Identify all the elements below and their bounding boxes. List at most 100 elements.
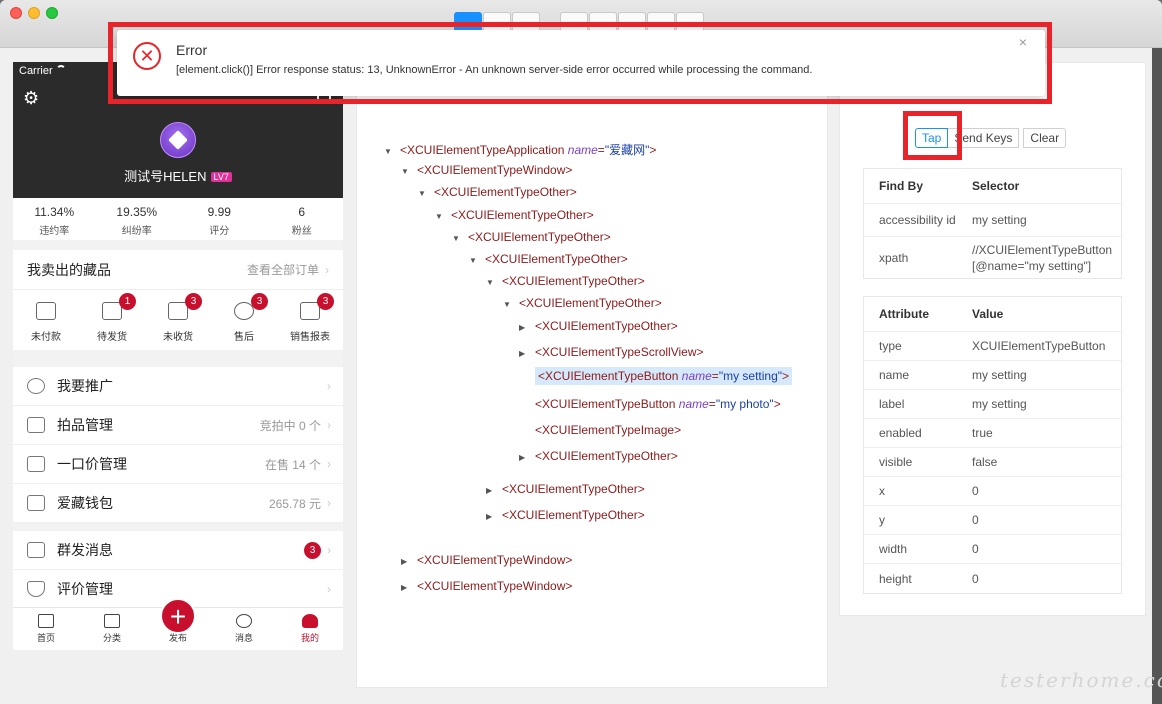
tree-node[interactable]: ▶ <XCUIElementTypeOther>: [486, 482, 645, 496]
caret-right-icon[interactable]: ▶: [401, 583, 417, 592]
level-badge: LV7: [210, 172, 232, 182]
menu-label: 爱藏钱包: [57, 495, 113, 511]
table-row[interactable]: xpath //XCUIElementTypeButton[@name="my s…: [864, 237, 1121, 278]
table-cell[interactable]: my setting: [957, 212, 1121, 228]
order-not-received[interactable]: 3 未收货: [145, 290, 211, 350]
order-label: 待发货: [97, 332, 127, 343]
username-text: 测试号HELEN: [124, 169, 207, 184]
attributes-table: Attribute Value type XCUIElementTypeButton…: [863, 296, 1122, 594]
tab-messages[interactable]: 消息: [211, 608, 277, 650]
caret-down-icon[interactable]: ▼: [486, 278, 502, 287]
share-icon: [27, 378, 45, 394]
minimize-window-button[interactable]: [28, 7, 40, 19]
stat-label: 粉丝: [291, 226, 312, 237]
menu-broadcast[interactable]: 群发消息 3 ›: [13, 531, 343, 570]
tree-node[interactable]: ▼ <XCUIElementTypeOther>: [469, 252, 628, 266]
chat-icon: [236, 614, 252, 628]
gear-icon[interactable]: ⚙: [23, 89, 39, 107]
tree-node[interactable]: ▶ <XCUIElementTypeScrollView>: [519, 345, 704, 359]
count-badge: 3: [304, 541, 321, 559]
view-all-orders-link[interactable]: 查看全部订单: [247, 263, 319, 277]
table-row: height 0: [864, 564, 1121, 593]
caret-down-icon[interactable]: ▼: [418, 189, 434, 198]
header-cell: Find By: [879, 179, 923, 193]
stat-value: 9.99: [207, 205, 231, 219]
menu-value: 在售 14 个: [264, 457, 321, 472]
tree-node[interactable]: ▼ <XCUIElementTypeOther>: [418, 185, 577, 199]
header-cell: Attribute: [879, 307, 929, 321]
caret-down-icon[interactable]: ▼: [435, 212, 451, 221]
table-row: name my setting: [864, 361, 1121, 390]
caret-right-icon[interactable]: ▶: [519, 453, 535, 462]
tree-node[interactable]: ▼ <XCUIElementTypeWindow>: [401, 163, 572, 177]
tab-category[interactable]: 分类: [79, 608, 145, 650]
tree-node[interactable]: ▼ <XCUIElementTypeOther>: [503, 296, 662, 310]
caret-right-icon[interactable]: ▶: [519, 349, 535, 358]
menu-promote[interactable]: 我要推广 ›: [13, 367, 343, 406]
order-to-ship[interactable]: 1 待发货: [79, 290, 145, 350]
tab-label: 消息: [234, 633, 253, 643]
count-badge: 1: [119, 293, 136, 310]
menu-label: 我要推广: [57, 378, 113, 394]
tree-node[interactable]: ▶ <XCUIElementTypeWindow>: [401, 579, 572, 593]
tree-node[interactable]: ▼ <XCUIElementTypeOther>: [452, 230, 611, 244]
table-cell: y: [879, 513, 885, 527]
caret-down-icon[interactable]: ▼: [469, 256, 485, 265]
table-row[interactable]: accessibility id my setting: [864, 204, 1121, 237]
caret-right-icon[interactable]: ▶: [486, 486, 502, 495]
node-tag-end: >: [773, 397, 781, 411]
tree-node-selected[interactable]: <XCUIElementTypeButton name="my setting"…: [519, 367, 793, 385]
tab-label: 发布: [168, 633, 187, 643]
order-unpaid[interactable]: 未付款: [13, 290, 79, 350]
caret-down-icon[interactable]: ▼: [452, 234, 468, 243]
caret-right-icon[interactable]: ▶: [401, 557, 417, 566]
stat-default-rate: 11.34% 违约率: [13, 198, 96, 240]
mail-icon: [27, 542, 45, 558]
avatar[interactable]: [160, 122, 196, 158]
tab-home[interactable]: 首页: [13, 608, 79, 650]
publish-plus-button[interactable]: +: [160, 598, 196, 634]
tab-label: 我的: [300, 633, 319, 643]
menu-fixed-price[interactable]: 一口价管理 在售 14 个 ›: [13, 445, 343, 484]
node-tag: <XCUIElementTypeImage>: [535, 423, 682, 437]
table-cell[interactable]: //XCUIElementTypeButton[@name="my settin…: [957, 242, 1121, 274]
node-tag: <XCUIElementTypeOther>: [502, 508, 645, 522]
tree-node[interactable]: ▶ <XCUIElementTypeWindow>: [401, 553, 572, 567]
order-after-sale[interactable]: 3 售后: [211, 290, 277, 350]
clear-button[interactable]: Clear: [1023, 128, 1067, 148]
menu-auction-manage[interactable]: 拍品管理 竞拍中 0 个 ›: [13, 406, 343, 445]
tree-node[interactable]: ▼ <XCUIElementTypeOther>: [486, 274, 645, 288]
caret-down-icon[interactable]: ▼: [503, 300, 519, 309]
tree-node[interactable]: <XCUIElementTypeButton name="my photo">: [519, 397, 781, 411]
chevron-right-icon: ›: [327, 582, 331, 596]
shield-icon: [27, 581, 45, 597]
zoom-window-button[interactable]: [46, 7, 58, 19]
chevron-right-icon: ›: [327, 379, 331, 393]
menu-label: 群发消息: [57, 542, 113, 558]
tree-node[interactable]: ▼ <XCUIElementTypeOther>: [435, 208, 594, 222]
device-screenshot[interactable]: Carrier ⚙ 测试号HELEN LV7 11.34% 违约率 19.35% 纠纷…: [13, 62, 343, 650]
tree-node[interactable]: ▶ <XCUIElementTypeOther>: [519, 319, 678, 333]
tree-node[interactable]: ▶ <XCUIElementTypeOther>: [519, 449, 678, 463]
sold-items-header[interactable]: 我卖出的藏品 查看全部订单 ›: [13, 250, 343, 290]
caret-down-icon[interactable]: ▼: [401, 167, 417, 176]
node-tag: <XCUIElementTypeOther>: [468, 230, 611, 244]
stat-fans: 6 粉丝: [261, 198, 344, 240]
order-sales-report[interactable]: 3 销售报表: [277, 290, 343, 350]
tree-node[interactable]: ▶ <XCUIElementTypeOther>: [486, 508, 645, 522]
tree-node-application[interactable]: ▼ <XCUIElementTypeApplication name="爱藏网">: [384, 141, 656, 158]
tree-node[interactable]: <XCUIElementTypeImage>: [519, 423, 681, 437]
table-cell: accessibility id: [879, 213, 956, 227]
menu-label: 评价管理: [57, 581, 113, 597]
header-cell: Value: [972, 307, 1004, 321]
table-row: width 0: [864, 535, 1121, 564]
caret-down-icon[interactable]: ▼: [384, 147, 400, 156]
caret-right-icon[interactable]: ▶: [486, 512, 502, 521]
tab-mine[interactable]: 我的: [277, 608, 343, 650]
menu-wallet[interactable]: 爱藏钱包 265.78 元 ›: [13, 484, 343, 523]
node-tag-end: >: [649, 143, 657, 157]
close-window-button[interactable]: [10, 7, 22, 19]
table-cell: false: [972, 455, 998, 469]
caret-right-icon[interactable]: ▶: [519, 323, 535, 332]
node-tag: <XCUIElementTypeWindow>: [417, 579, 573, 593]
